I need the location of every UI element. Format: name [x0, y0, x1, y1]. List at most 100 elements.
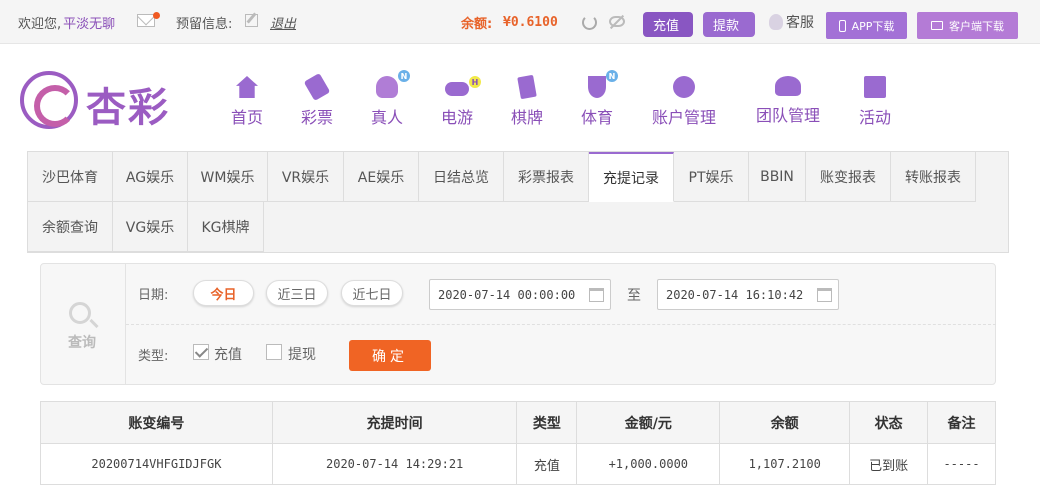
nav-activity[interactable]: 活动	[859, 76, 891, 128]
withdraw-button[interactable]: 提款	[703, 12, 755, 37]
column-header: 状态	[849, 401, 929, 444]
column-header: 金额/元	[576, 401, 721, 444]
nav-home[interactable]: 首页	[231, 76, 263, 128]
topup-button[interactable]: 充值	[643, 12, 693, 37]
app-download-button[interactable]: APP下载	[826, 12, 907, 39]
to-label: 至	[627, 288, 641, 304]
coin-icon	[673, 76, 695, 98]
range-3days-button[interactable]: 近三日	[266, 280, 328, 306]
nav-team[interactable]: 团队管理	[755, 76, 821, 128]
nav-live[interactable]: N 真人	[371, 70, 410, 128]
live-dealer-icon: N	[376, 70, 410, 98]
column-header: 充提时间	[271, 401, 518, 444]
tab-deposit-withdraw[interactable]: 充提记录	[589, 152, 674, 202]
balance-value: ¥0.6100	[503, 14, 558, 30]
nav-chess-cards[interactable]: 棋牌	[511, 74, 544, 128]
tab-daily-summary[interactable]: 日结总览	[419, 152, 504, 202]
record-id-cell: 20200714VHFGIDJFGK	[40, 443, 273, 485]
withdraw-checkbox[interactable]	[266, 344, 282, 360]
nav-egames[interactable]: H 电游	[441, 76, 481, 128]
tab-transfer-report[interactable]: 转账报表	[891, 152, 976, 202]
username[interactable]: 平淡无聊	[63, 13, 115, 32]
row-divider	[126, 324, 996, 325]
team-icon	[775, 76, 801, 96]
record-note-cell: -----	[927, 443, 996, 485]
tab-balance-change[interactable]: 账变报表	[806, 152, 891, 202]
customer-service-link[interactable]: 客服	[786, 0, 814, 44]
logo-icon[interactable]	[20, 71, 78, 129]
hot-badge: H	[469, 76, 481, 88]
edit-icon[interactable]	[245, 14, 258, 27]
home-icon	[236, 76, 258, 98]
logout-link[interactable]: 退出	[270, 0, 296, 44]
start-date-input[interactable]: 2020-07-14 00:00:00	[429, 279, 611, 310]
end-date-input[interactable]: 2020-07-14 16:10:42	[657, 279, 839, 310]
client-download-label: 客户端下载	[949, 19, 1004, 33]
range-7days-button[interactable]: 近七日	[341, 280, 403, 306]
nav-label: 棋牌	[511, 108, 544, 127]
range-today-button[interactable]: 今日	[193, 280, 254, 306]
tab-pt[interactable]: PT娱乐	[674, 152, 749, 202]
tab-wm[interactable]: WM娱乐	[188, 152, 268, 202]
tab-balance-query[interactable]: 余额查询	[28, 202, 113, 252]
welcome-label: 欢迎您,	[18, 16, 62, 32]
tab-bbin[interactable]: BBIN	[749, 152, 806, 202]
nav-label: 活动	[859, 108, 892, 127]
customer-service-icon[interactable]	[769, 14, 783, 30]
records-table: 账变编号 充提时间 类型 金额/元 余额 状态 备注 20200714VHFGI…	[40, 401, 996, 485]
hide-balance-icon[interactable]	[609, 16, 625, 27]
record-status-cell: 已到账	[849, 443, 929, 485]
nav-label: 首页	[231, 108, 264, 127]
record-balance-cell: 1,107.2100	[719, 443, 851, 485]
trophy-icon: N	[588, 70, 618, 98]
logo-text[interactable]: 杏彩	[86, 75, 170, 133]
tab-ae[interactable]: AE娱乐	[344, 152, 419, 202]
search-icon	[69, 302, 91, 324]
nav-account[interactable]: 账户管理	[651, 76, 717, 128]
calendar-icon[interactable]	[817, 288, 832, 302]
tab-ag[interactable]: AG娱乐	[113, 152, 188, 202]
nav-label: 电游	[441, 108, 474, 127]
top-bar: 欢迎您, 平淡无聊 预留信息: 退出 余额: ¥0.6100 充值 提款 客服 …	[0, 0, 1040, 44]
column-header: 余额	[719, 401, 851, 444]
date-label: 日期:	[138, 288, 169, 303]
client-download-button[interactable]: 客户端下载	[917, 12, 1018, 39]
gamepad-icon: H	[445, 76, 481, 96]
tab-saba-sports[interactable]: 沙巴体育	[28, 152, 113, 202]
table-row: 20200714VHFGIDJFGK 2020-07-14 14:29:21 充…	[40, 443, 996, 485]
tab-vg[interactable]: VG娱乐	[113, 202, 188, 252]
start-date-value: 2020-07-14 00:00:00	[438, 287, 576, 302]
tab-vr[interactable]: VR娱乐	[268, 152, 344, 202]
nav-sports[interactable]: N 体育	[581, 70, 618, 128]
tab-kg-chess[interactable]: KG棋牌	[188, 202, 264, 252]
topup-checkbox-label[interactable]: 充值	[214, 344, 242, 364]
balance-label: 余额:	[461, 16, 493, 32]
nav-label: 账户管理	[651, 108, 716, 127]
record-type-cell: 充值	[516, 443, 578, 485]
column-header: 备注	[927, 401, 996, 444]
end-date-value: 2020-07-14 16:10:42	[666, 287, 804, 302]
phone-icon	[838, 19, 846, 32]
withdraw-checkbox-label[interactable]: 提现	[288, 344, 316, 364]
welcome-text: 欢迎您, 平淡无聊	[18, 0, 115, 44]
calendar-icon[interactable]	[589, 288, 604, 302]
nav-lottery[interactable]: 彩票	[301, 72, 334, 128]
record-amount-cell: +1,000.0000	[576, 443, 721, 485]
column-header: 类型	[516, 401, 578, 444]
nav-label: 彩票	[301, 108, 334, 127]
column-header: 账变编号	[40, 401, 273, 444]
refresh-icon[interactable]	[582, 15, 597, 30]
monitor-icon	[931, 21, 943, 30]
cards-icon	[517, 74, 537, 100]
tab-lottery-report[interactable]: 彩票报表	[504, 152, 589, 202]
search-pane: 查询	[41, 264, 126, 384]
nav-label: 体育	[581, 108, 614, 127]
gift-icon	[864, 76, 886, 98]
type-label: 类型:	[138, 349, 169, 364]
query-filter-panel: 查询 日期: 今日 近三日 近七日 2020-07-14 00:00:00 至 …	[40, 263, 996, 385]
confirm-button[interactable]: 确定	[349, 340, 431, 371]
topup-checkbox[interactable]	[193, 344, 209, 360]
reserve-info-label: 预留信息:	[176, 16, 233, 32]
report-tabs: 沙巴体育 AG娱乐 WM娱乐 VR娱乐 AE娱乐 日结总览 彩票报表 充提记录 …	[27, 151, 1009, 253]
unread-dot	[153, 12, 160, 19]
